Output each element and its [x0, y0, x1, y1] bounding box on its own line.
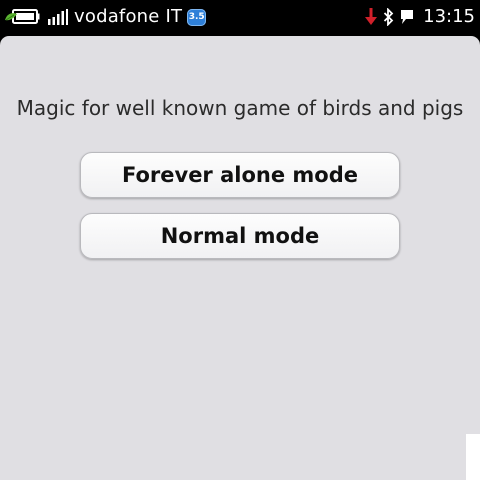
app-description: Magic for well known game of birds and p… — [16, 96, 464, 120]
clock: 13:15 — [423, 6, 475, 27]
operator-name: vodafone IT — [74, 6, 183, 27]
corner-artifact — [466, 434, 480, 480]
status-bar-right: 13:15 — [364, 0, 475, 34]
normal-mode-button[interactable]: Normal mode — [80, 213, 400, 259]
network-type-badge: 3.5 — [187, 8, 207, 26]
main-panel: Magic for well known game of birds and p… — [0, 36, 480, 480]
status-bar: vodafone IT 3.5 13:15 — [0, 0, 480, 34]
status-bar-left: vodafone IT 3.5 — [4, 0, 207, 34]
download-arrow-icon — [364, 8, 378, 26]
forever-alone-mode-button[interactable]: Forever alone mode — [80, 152, 400, 198]
bluetooth-icon — [383, 7, 394, 27]
battery-charging-icon — [4, 8, 40, 26]
phone-screen: vodafone IT 3.5 13:15 Magic for well kno… — [0, 0, 480, 480]
signal-bars-icon — [48, 9, 68, 25]
chat-bubble-icon — [399, 8, 415, 26]
